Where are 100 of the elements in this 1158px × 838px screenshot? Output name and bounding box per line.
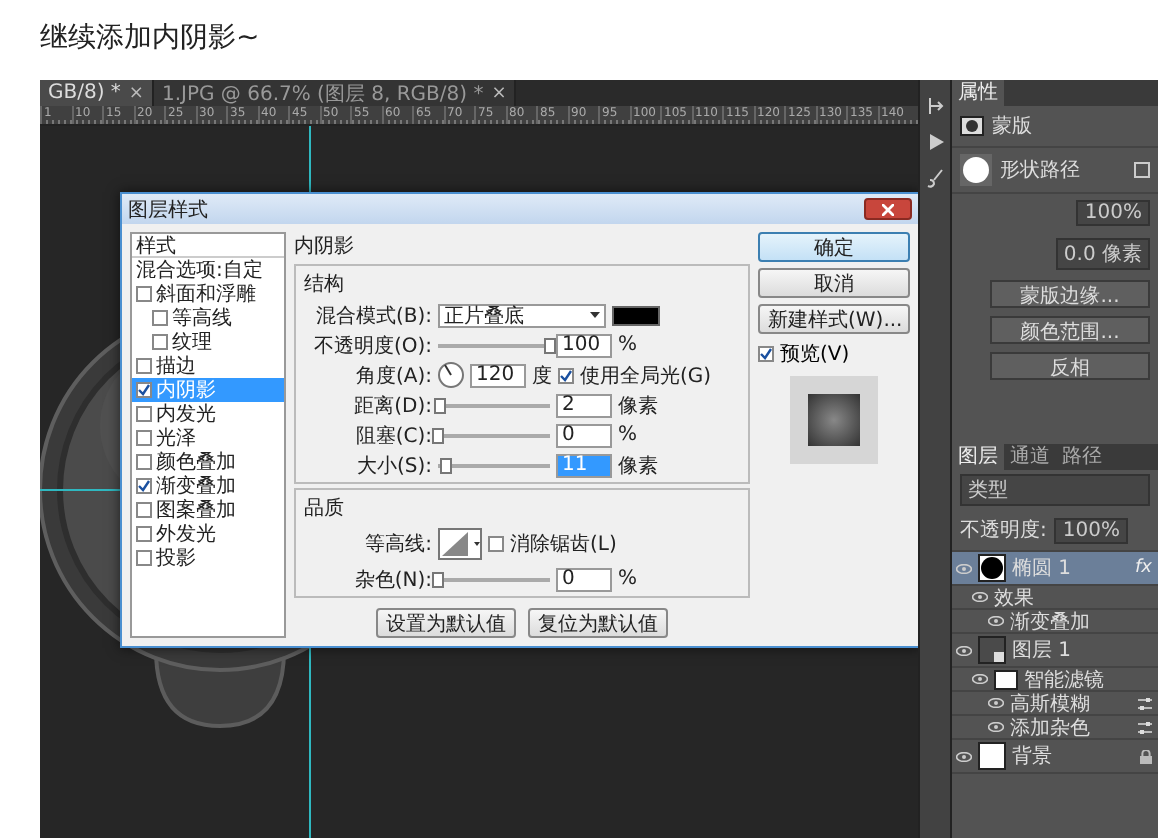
blend-mode-select[interactable]: 正片叠底 — [438, 303, 606, 327]
unit-label: 度 — [532, 363, 552, 389]
document-tab[interactable]: GB/8) * × — [40, 80, 154, 106]
opacity-field[interactable]: 100% — [1054, 517, 1128, 543]
panel-tab[interactable]: 属性 — [952, 80, 1004, 106]
layer-name: 智能滤镜 — [1024, 667, 1106, 693]
field-label: 混合模式(B): — [313, 303, 432, 329]
style-item[interactable]: 混合选项:自定 — [132, 258, 284, 282]
feather-field[interactable]: 0.0 像素 — [1055, 238, 1150, 270]
slider-thumb[interactable] — [440, 457, 453, 473]
slider[interactable] — [438, 571, 550, 587]
slider-thumb[interactable] — [432, 571, 444, 587]
value-field[interactable]: 0 — [556, 567, 612, 591]
default-button[interactable]: 复位为默认值 — [528, 608, 668, 638]
panel-tab[interactable]: 图层 — [952, 444, 1004, 470]
eye-icon[interactable] — [956, 563, 972, 573]
layer-row[interactable]: 渐变叠加 — [952, 610, 1158, 634]
default-button[interactable]: 设置为默认值 — [376, 608, 516, 638]
style-item[interactable]: 光泽 — [132, 426, 284, 450]
filter-select[interactable]: 类型 — [960, 474, 1150, 506]
sliders-icon[interactable] — [1138, 697, 1152, 709]
slider-thumb[interactable] — [544, 337, 556, 353]
checkbox[interactable] — [136, 382, 152, 398]
value-field[interactable]: 100 — [556, 333, 612, 357]
sliders-icon[interactable] — [1138, 721, 1152, 733]
value-field[interactable]: 0 — [556, 423, 612, 447]
checkbox[interactable] — [136, 286, 152, 302]
tab-close-button[interactable]: × — [128, 83, 144, 103]
style-item[interactable]: 外发光 — [132, 522, 284, 546]
style-item[interactable]: 描边 — [132, 354, 284, 378]
tab-title: GB/8) * — [48, 82, 121, 104]
style-item[interactable]: 图案叠加 — [132, 498, 284, 522]
layer-row[interactable]: 智能滤镜 — [952, 668, 1158, 692]
panel-button[interactable]: 蒙版边缘... — [990, 280, 1150, 308]
checkbox[interactable] — [136, 358, 152, 374]
layer-name: 高斯模糊 — [1010, 691, 1092, 717]
value-field[interactable]: 2 — [556, 393, 612, 417]
checkbox[interactable] — [136, 550, 152, 566]
tab-close-button[interactable]: × — [491, 83, 507, 103]
value-field[interactable]: 120 — [470, 363, 526, 387]
color-swatch[interactable] — [612, 305, 660, 325]
eye-icon[interactable] — [956, 645, 972, 655]
panel-label: 形状路径 — [1000, 157, 1082, 184]
group-title: 品质 — [304, 495, 346, 522]
slider[interactable] — [438, 457, 550, 473]
panel-button[interactable]: 颜色范围... — [990, 316, 1150, 344]
slider-thumb[interactable] — [434, 397, 447, 413]
tab-title: 1.JPG @ 66.7% (图层 8, RGB/8) * — [161, 81, 484, 107]
panel-tab[interactable]: 通道 — [1004, 444, 1056, 470]
checkbox[interactable] — [488, 536, 504, 552]
filter-mask-thumbnail — [994, 669, 1018, 689]
style-label: 颜色叠加 — [156, 449, 236, 475]
eye-icon[interactable] — [988, 722, 1004, 732]
dialog-button[interactable]: 确定 — [758, 232, 910, 262]
checkbox[interactable] — [152, 310, 168, 326]
panel-button[interactable]: 反相 — [990, 352, 1150, 380]
checkbox[interactable] — [136, 502, 152, 518]
checkbox[interactable] — [758, 345, 774, 361]
style-item[interactable]: 内发光 — [132, 402, 284, 426]
slider[interactable] — [438, 427, 550, 443]
angle-dial[interactable] — [438, 362, 464, 388]
eye-icon[interactable] — [972, 592, 988, 602]
list-header: 样式 — [132, 234, 284, 258]
style-item[interactable]: 投影 — [132, 546, 284, 570]
style-item[interactable]: 纹理 — [132, 330, 284, 354]
layer-row[interactable]: 椭圆 1 fx — [952, 552, 1158, 586]
close-button[interactable] — [864, 198, 912, 220]
eye-icon[interactable] — [956, 751, 972, 761]
checkbox[interactable] — [136, 406, 152, 422]
layer-name: 渐变叠加 — [1010, 609, 1092, 635]
checkbox[interactable] — [136, 526, 152, 542]
checkbox[interactable] — [558, 367, 574, 383]
style-item[interactable]: 颜色叠加 — [132, 450, 284, 474]
effects-label: fx — [1135, 558, 1152, 578]
style-item[interactable]: 斜面和浮雕 — [132, 282, 284, 306]
style-item[interactable]: 渐变叠加 — [132, 474, 284, 498]
checkbox[interactable] — [152, 334, 168, 350]
dialog-button[interactable]: 取消 — [758, 268, 910, 298]
field-label: 大小(S): — [354, 453, 432, 479]
density-field[interactable]: 100% — [1076, 200, 1150, 226]
checkbox[interactable] — [136, 454, 152, 470]
play-icon[interactable] — [925, 132, 945, 152]
document-tab[interactable]: 1.JPG @ 66.7% (图层 8, RGB/8) * × — [153, 80, 517, 106]
layer-row[interactable]: 添加杂色 — [952, 716, 1158, 740]
eye-icon[interactable] — [972, 674, 988, 684]
layer-row[interactable]: 效果 — [952, 586, 1158, 610]
field-label: 距离(D): — [352, 393, 432, 419]
layer-row[interactable]: 高斯模糊 — [952, 692, 1158, 716]
checkbox[interactable] — [136, 430, 152, 446]
eye-icon[interactable] — [988, 698, 1004, 708]
checkbox[interactable] — [136, 478, 152, 494]
eye-icon[interactable] — [988, 616, 1004, 626]
layer-row[interactable]: 图层 1 — [952, 634, 1158, 668]
dialog-button[interactable]: 新建样式(W)... — [758, 304, 910, 334]
slider-thumb[interactable] — [432, 427, 444, 443]
style-item[interactable]: 等高线 — [132, 306, 284, 330]
slider[interactable] — [438, 397, 550, 413]
layer-row[interactable]: 背景 — [952, 740, 1158, 774]
contour-picker[interactable] — [438, 528, 482, 560]
panel-tab[interactable]: 路径 — [1056, 444, 1108, 470]
